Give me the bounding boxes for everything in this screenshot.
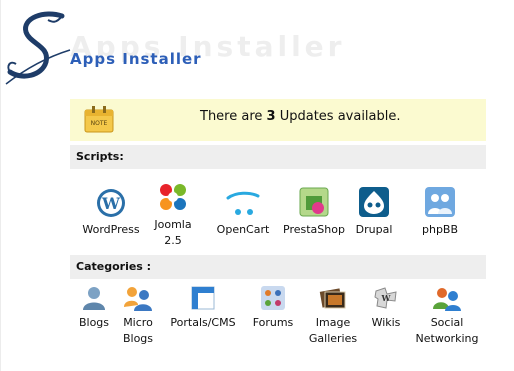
svg-text:NOTE: NOTE [91, 120, 108, 127]
category-label: Wikis [371, 316, 401, 329]
script-item-joomla[interactable]: Joomla 2.5 [148, 181, 198, 249]
category-item-forums[interactable]: Forums [246, 285, 300, 331]
category-item-image-galleries[interactable]: Image Galleries [302, 285, 364, 347]
page-left-rule [0, 0, 1, 371]
category-item-social-networking[interactable]: Social Networking [412, 285, 482, 347]
scripts-section-header: Scripts: [70, 145, 486, 169]
update-notice-text[interactable]: There are 3 Updates available. [200, 109, 401, 124]
script-label: WordPress [82, 223, 140, 236]
drupal-icon [359, 187, 389, 217]
svg-text:W: W [101, 194, 121, 213]
svg-text:W: W [381, 293, 392, 303]
micro-blogs-icon [124, 287, 152, 311]
wikis-icon: W [374, 287, 397, 309]
category-item-micro-blogs[interactable]: Micro Blogs [118, 285, 158, 347]
image-galleries-icon [319, 288, 346, 309]
script-label: Drupal [355, 223, 393, 236]
scripts-heading: Scripts: [76, 150, 124, 163]
category-label: Portals/CMS [170, 316, 236, 329]
wordpress-icon: W [97, 189, 125, 217]
blogs-icon [83, 287, 105, 310]
page-title: Apps Installer [70, 50, 202, 68]
script-label: Joomla [154, 218, 192, 231]
category-item-blogs[interactable]: Blogs [74, 285, 114, 331]
update-count: 3 [266, 109, 276, 124]
script-item-prestashop[interactable]: PrestaShop [279, 186, 349, 238]
phpbb-icon [425, 187, 455, 217]
categories-heading: Categories : [76, 260, 152, 273]
script-label: OpenCart [216, 223, 270, 236]
script-item-phpbb[interactable]: phpBB [418, 186, 462, 238]
script-item-wordpress[interactable]: W WordPress [80, 188, 142, 238]
softaculous-s-logo [5, 11, 71, 85]
script-label: PrestaShop [283, 223, 345, 236]
categories-section-header: Categories : [70, 255, 486, 279]
category-label-line2: Networking [415, 332, 479, 345]
category-item-wikis[interactable]: W Wikis [366, 285, 406, 331]
category-label-line2: Galleries [308, 332, 358, 345]
script-item-opencart[interactable]: OpenCart [212, 188, 274, 238]
prestashop-icon [299, 187, 329, 217]
category-label-line2: Blogs [122, 332, 154, 345]
forums-icon [261, 286, 285, 310]
category-label: Blogs [78, 316, 110, 329]
category-item-portals-cms[interactable]: Portals/CMS [164, 285, 242, 331]
category-label: Forums [252, 316, 294, 329]
category-label: Social [430, 316, 464, 329]
joomla-icon [160, 184, 186, 210]
category-label: Micro [123, 316, 153, 329]
category-label: Image [315, 316, 351, 329]
script-item-drupal[interactable]: Drupal [352, 186, 396, 238]
portals-cms-icon [191, 286, 215, 310]
script-label: phpBB [421, 223, 459, 236]
note-icon: NOTE [84, 106, 114, 133]
opencart-icon [226, 191, 260, 215]
social-networking-icon [433, 288, 461, 311]
script-label-line2: 2.5 [164, 234, 182, 247]
